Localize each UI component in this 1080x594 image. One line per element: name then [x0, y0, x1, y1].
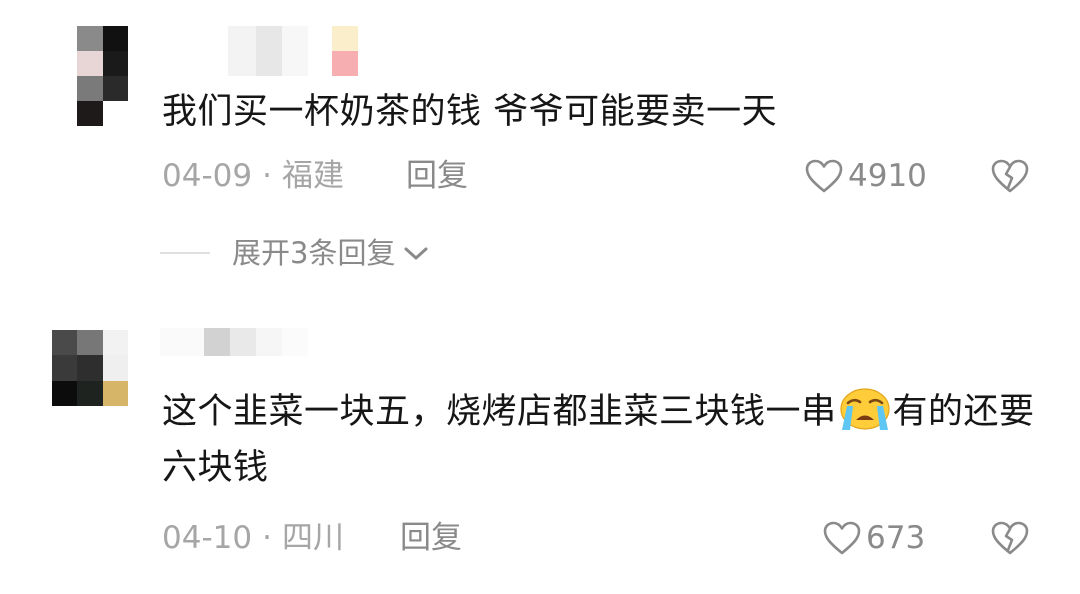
like-count: 673 [866, 520, 926, 556]
loudly-crying-face-icon [839, 388, 890, 430]
comment-date: 04-09 [162, 158, 253, 194]
dislike-button[interactable] [990, 158, 1030, 198]
like-button[interactable]: 673 [822, 518, 925, 558]
username-blurred[interactable] [160, 328, 308, 356]
dislike-button[interactable] [990, 520, 1030, 560]
heart-outline-icon [805, 159, 843, 193]
comment-location: 福建 [281, 158, 344, 194]
separator-dot: · [262, 520, 272, 556]
like-count: 4910 [848, 158, 927, 194]
expand-replies-label: 展开3条回复 [232, 236, 396, 270]
chevron-down-icon [404, 247, 428, 260]
comment-item: 这个韭菜一块五，烧烤店都韭菜三块钱一串 有的还要六块钱 04-10 · 四川 回复 … [0, 300, 1080, 594]
heart-outline-icon [823, 521, 861, 555]
avatar[interactable] [52, 330, 128, 406]
expand-divider [160, 252, 210, 254]
comment-location: 四川 [281, 520, 344, 556]
username-blurred[interactable] [228, 26, 358, 76]
avatar[interactable] [52, 26, 128, 126]
reply-button[interactable]: 回复 [406, 156, 468, 196]
comment-item: 我们买一杯奶茶的钱 爷爷可能要卖一天 04-09 · 福建 回复 4910 展开3条… [0, 0, 1080, 290]
expand-replies-button[interactable]: 展开3条回复 [160, 233, 431, 273]
separator-dot: · [262, 158, 272, 194]
comment-text: 这个韭菜一块五，烧烤店都韭菜三块钱一串 有的还要六块钱 [162, 384, 1042, 496]
comment-meta: 04-09 · 福建 [162, 156, 344, 196]
comment-text: 我们买一杯奶茶的钱 爷爷可能要卖一天 [162, 92, 778, 132]
reply-button[interactable]: 回复 [400, 518, 462, 558]
comment-meta: 04-10 · 四川 [162, 518, 344, 558]
broken-heart-icon [991, 521, 1029, 555]
like-button[interactable]: 4910 [804, 156, 927, 196]
comment-text-part: 这个韭菜一块五，烧烤店都韭菜三块钱一串 [162, 392, 837, 432]
comment-date: 04-10 [162, 520, 253, 556]
broken-heart-icon [991, 159, 1029, 193]
